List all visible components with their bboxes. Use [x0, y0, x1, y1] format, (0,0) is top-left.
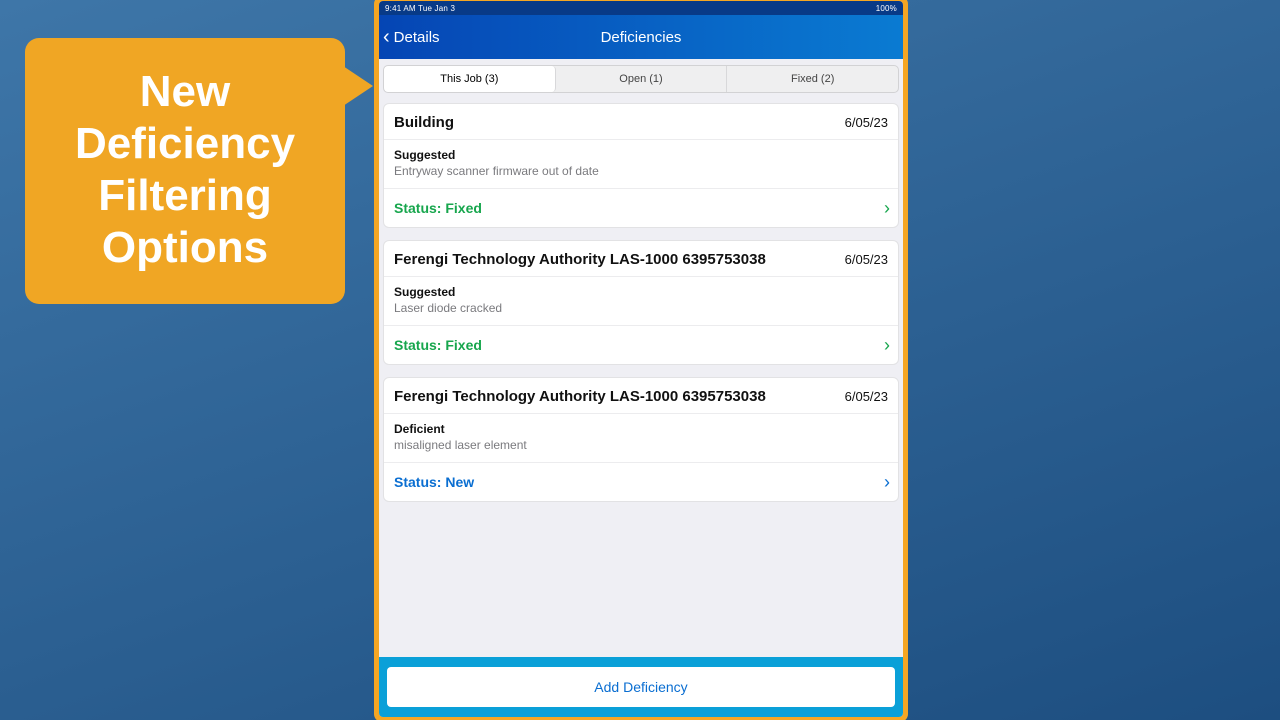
card-header: Building 6/05/23: [384, 104, 898, 140]
card-status-label: Status: Fixed: [394, 337, 482, 353]
chevron-right-icon: ›: [884, 199, 890, 217]
back-label: Details: [394, 29, 440, 46]
segmented-wrap: This Job (3) Open (1) Fixed (2): [379, 59, 903, 97]
card-date: 6/05/23: [845, 252, 888, 267]
back-button[interactable]: ‹ Details: [379, 27, 440, 47]
deficiency-card: Building 6/05/23 Suggested Entryway scan…: [383, 103, 899, 228]
filter-segmented-control: This Job (3) Open (1) Fixed (2): [383, 65, 899, 93]
feature-callout: New Deficiency Filtering Options: [25, 38, 345, 304]
chevron-left-icon: ‹: [383, 27, 390, 47]
status-left: 9:41 AM Tue Jan 3: [385, 4, 455, 13]
card-description: misaligned laser element: [394, 438, 888, 452]
card-header: Ferengi Technology Authority LAS-1000 63…: [384, 241, 898, 277]
card-description: Laser diode cracked: [394, 301, 888, 315]
card-title: Ferengi Technology Authority LAS-1000 63…: [394, 388, 766, 405]
callout-line: Options: [45, 222, 325, 274]
nav-header: ‹ Details Deficiencies: [379, 15, 903, 59]
device-frame: 9:41 AM Tue Jan 3 100% ‹ Details Deficie…: [374, 0, 908, 720]
card-status-row[interactable]: Status: New ›: [384, 463, 898, 501]
card-description: Entryway scanner firmware out of date: [394, 164, 888, 178]
status-right: 100%: [876, 4, 897, 13]
tab-fixed[interactable]: Fixed (2): [727, 66, 898, 92]
callout-line: New: [45, 66, 325, 118]
card-date: 6/05/23: [845, 115, 888, 130]
card-body: Suggested Entryway scanner firmware out …: [384, 140, 898, 189]
device-screen: 9:41 AM Tue Jan 3 100% ‹ Details Deficie…: [379, 1, 903, 717]
card-date: 6/05/23: [845, 389, 888, 404]
card-severity: Suggested: [394, 148, 888, 162]
card-status-label: Status: New: [394, 474, 474, 490]
page-title: Deficiencies: [601, 29, 682, 46]
bottom-bar: Add Deficiency: [379, 657, 903, 717]
callout-line: Filtering: [45, 170, 325, 222]
card-body: Deficient misaligned laser element: [384, 414, 898, 463]
tab-open[interactable]: Open (1): [556, 66, 728, 92]
card-header: Ferengi Technology Authority LAS-1000 63…: [384, 378, 898, 414]
card-severity: Deficient: [394, 422, 888, 436]
add-deficiency-button[interactable]: Add Deficiency: [387, 667, 895, 707]
tab-this-job[interactable]: This Job (3): [384, 66, 556, 92]
card-status-row[interactable]: Status: Fixed ›: [384, 326, 898, 364]
card-severity: Suggested: [394, 285, 888, 299]
card-title: Ferengi Technology Authority LAS-1000 63…: [394, 251, 766, 268]
chevron-right-icon: ›: [884, 473, 890, 491]
deficiency-card: Ferengi Technology Authority LAS-1000 63…: [383, 240, 899, 365]
callout-line: Deficiency: [45, 118, 325, 170]
card-status-row[interactable]: Status: Fixed ›: [384, 189, 898, 227]
chevron-right-icon: ›: [884, 336, 890, 354]
card-body: Suggested Laser diode cracked: [384, 277, 898, 326]
deficiency-list[interactable]: Building 6/05/23 Suggested Entryway scan…: [379, 97, 903, 657]
card-title: Building: [394, 114, 454, 131]
status-bar: 9:41 AM Tue Jan 3 100%: [379, 1, 903, 15]
card-status-label: Status: Fixed: [394, 200, 482, 216]
deficiency-card: Ferengi Technology Authority LAS-1000 63…: [383, 377, 899, 502]
